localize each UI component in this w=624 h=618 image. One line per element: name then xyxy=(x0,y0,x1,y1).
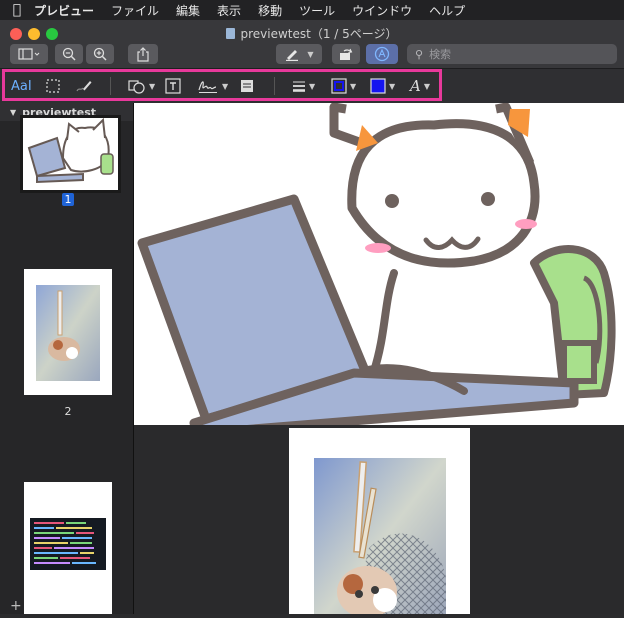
text-selection-icon: AaI xyxy=(11,78,32,94)
sketch-icon xyxy=(76,81,92,92)
text-box-tool[interactable] xyxy=(165,77,181,95)
share-button[interactable] xyxy=(128,44,158,64)
rotate-icon xyxy=(340,48,353,60)
border-color-tool[interactable]: ▼ xyxy=(331,77,356,95)
chevron-down-icon: ▼ xyxy=(307,49,314,59)
fill-color-tool[interactable]: ▼ xyxy=(370,77,395,95)
sidebar-toggle-button[interactable] xyxy=(10,44,48,64)
search-placeholder: 検索 xyxy=(429,48,452,61)
sidebar-toggle-icon xyxy=(18,48,40,60)
zoom-out-icon xyxy=(62,47,76,61)
apple-icon[interactable]:  xyxy=(0,2,34,18)
page-2 xyxy=(289,428,470,614)
shapes-tool[interactable]: ▼ xyxy=(128,77,155,95)
text-selection-tool[interactable]: AaI xyxy=(11,77,32,95)
search-field[interactable]: ⚲ 検索 xyxy=(407,44,617,64)
page-number-2: 2 xyxy=(64,405,72,418)
markup-button[interactable] xyxy=(366,44,398,64)
menu-preview[interactable]: プレビュー xyxy=(34,2,94,19)
window-title: previewtest（1 / 5ページ） xyxy=(0,25,624,42)
menu-view[interactable]: 表示 xyxy=(217,2,241,19)
highlight-button[interactable]: ▼ xyxy=(276,44,322,64)
shape-style-tool[interactable]: ▼ xyxy=(292,77,315,95)
menu-help[interactable]: ヘルプ xyxy=(429,2,465,19)
note-tool[interactable] xyxy=(240,77,254,95)
page-1-image xyxy=(134,103,624,425)
window-toolbar: previewtest（1 / 5ページ） ▼ ⚲ 検索 xyxy=(0,20,624,69)
cat-laptop-thumbnail xyxy=(23,117,118,190)
markup-icon xyxy=(374,46,390,62)
highlight-pen-icon xyxy=(286,50,299,61)
chevron-down-icon: ▼ xyxy=(350,81,357,91)
page-thumbnail-2[interactable] xyxy=(24,269,112,395)
zoom-in-icon xyxy=(93,47,107,61)
page-2-photo xyxy=(314,458,446,614)
note-icon xyxy=(241,80,253,92)
shapes-icon xyxy=(128,80,145,94)
signature-icon xyxy=(198,81,217,93)
text-style-tool[interactable]: A ▼ xyxy=(410,77,430,95)
menu-tools[interactable]: ツール xyxy=(299,2,335,19)
toolbar-divider xyxy=(110,77,111,95)
menu-edit[interactable]: 編集 xyxy=(176,2,200,19)
disclosure-triangle-icon: ▼ xyxy=(10,107,17,117)
signature-tool[interactable]: ▼ xyxy=(197,77,228,95)
rectangular-selection-tool[interactable] xyxy=(46,77,60,95)
chevron-down-icon: ▼ xyxy=(423,81,430,91)
chevron-down-icon: ▼ xyxy=(389,81,396,91)
cat-photo-thumbnail xyxy=(24,269,112,395)
add-page-button[interactable]: + xyxy=(10,598,22,614)
search-icon: ⚲ xyxy=(415,47,424,61)
text-box-icon xyxy=(165,78,181,94)
chevron-down-icon: ▼ xyxy=(149,81,156,91)
menu-bar:  プレビュー ファイル 編集 表示 移動 ツール ウインドウ ヘルプ xyxy=(0,0,624,20)
page-thumbnail-3[interactable] xyxy=(24,482,112,614)
zoom-in-button[interactable] xyxy=(86,44,114,64)
menu-file[interactable]: ファイル xyxy=(111,2,159,19)
rectangular-selection-icon xyxy=(46,79,60,93)
document-view[interactable] xyxy=(134,103,624,614)
menu-window[interactable]: ウインドウ xyxy=(352,2,412,19)
chevron-down-icon: ▼ xyxy=(309,81,316,91)
rotate-button[interactable] xyxy=(332,44,360,64)
document-icon xyxy=(226,28,236,39)
shape-style-icon xyxy=(293,81,305,92)
share-icon xyxy=(137,46,149,62)
page-number-1: 1 xyxy=(62,193,74,206)
sketch-tool[interactable] xyxy=(75,77,93,95)
menu-go[interactable]: 移動 xyxy=(258,2,282,19)
zoom-out-button[interactable] xyxy=(55,44,83,64)
window-title-text: previewtest（1 / 5ページ） xyxy=(240,27,398,41)
code-screenshot-thumbnail xyxy=(24,482,112,614)
toolbar-divider xyxy=(274,77,275,95)
fill-color-icon xyxy=(370,78,386,94)
border-color-icon xyxy=(331,78,347,94)
page-thumbnail-1[interactable] xyxy=(20,115,121,193)
text-style-icon: A xyxy=(410,77,421,95)
chevron-down-icon: ▼ xyxy=(222,81,229,91)
